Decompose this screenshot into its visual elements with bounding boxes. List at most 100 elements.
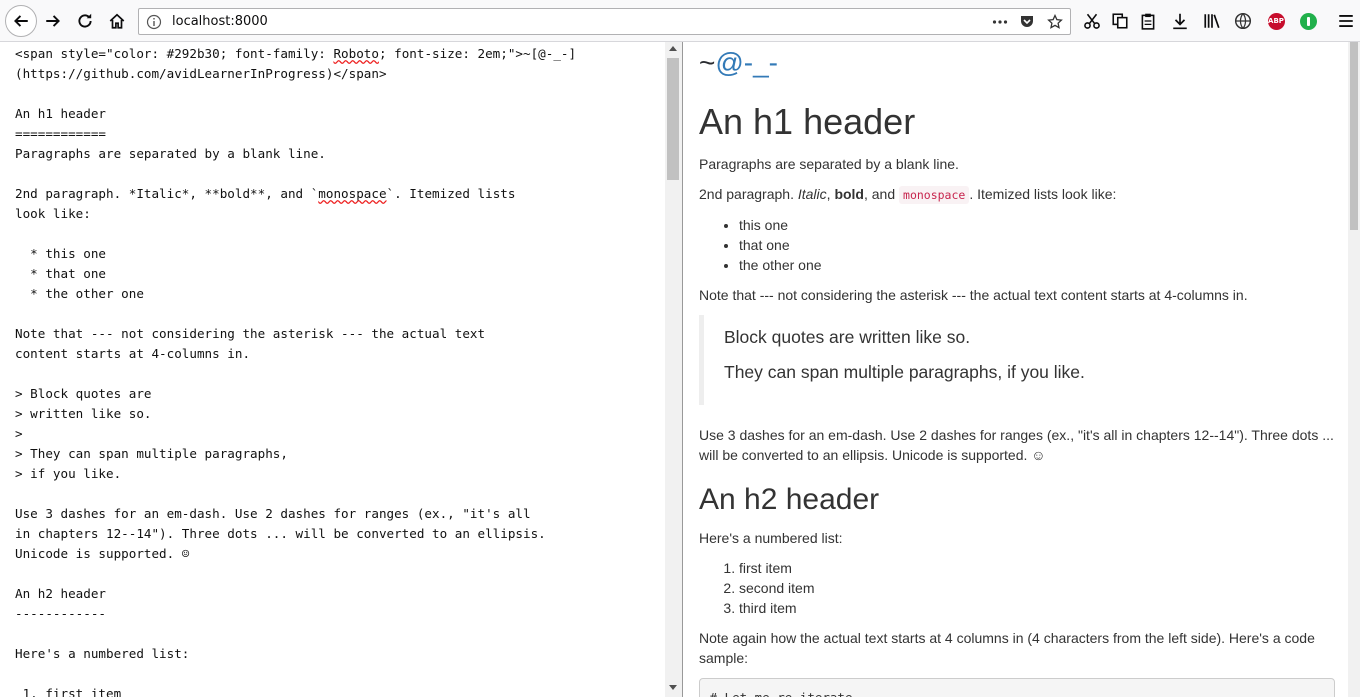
list-item: third item <box>739 598 1335 618</box>
editor-line: * that one <box>15 266 106 281</box>
preview-scroll-thumb[interactable] <box>1350 42 1358 230</box>
editor-line: > written like so. <box>15 406 152 421</box>
quote-paragraph: They can span multiple paragraphs, if yo… <box>724 362 1085 382</box>
editor-line: (https://github.com/avidLearnerInProgres… <box>15 66 387 81</box>
back-icon <box>14 15 28 27</box>
list-item: the other one <box>739 255 1335 275</box>
misspelled-word: monospace <box>318 186 387 201</box>
editor-line: > Block quotes are <box>15 386 152 401</box>
h1-header: An h1 header <box>699 101 916 142</box>
markdown-editor[interactable]: <span style="color: #292b30; font-family… <box>0 42 683 697</box>
paragraph: Note again how the actual text starts at… <box>699 630 1315 666</box>
menu-icon <box>1339 15 1353 27</box>
translate-button[interactable] <box>1229 7 1257 35</box>
site-info-icon[interactable] <box>146 14 162 30</box>
editor-line: Here's a numbered list: <box>15 646 190 661</box>
editor-line: * this one <box>15 246 106 261</box>
editor-line: * the other one <box>15 286 144 301</box>
editor-line: content starts at 4-columns in. <box>15 346 251 361</box>
editor-line: ​ <box>15 164 655 184</box>
editor-line: ​ <box>15 224 655 244</box>
editor-line: Unicode is supported. ☺ <box>15 546 190 561</box>
copy-icon <box>1112 13 1128 29</box>
page-actions-button[interactable] <box>991 13 1009 31</box>
editor-line: in chapters 12--14"). Three dots ... wil… <box>15 526 546 541</box>
paste-icon <box>1141 13 1155 30</box>
download-icon <box>1173 13 1187 30</box>
url-bar[interactable]: localhost:8000 <box>138 8 1071 35</box>
extension-icon <box>1299 12 1317 30</box>
pocket-button[interactable] <box>1018 13 1036 31</box>
editor-line: <span style="color: #292b30; font-family… <box>15 46 577 61</box>
page-actions-icon <box>992 20 1008 24</box>
adblock-plus-button[interactable]: ABP <box>1262 7 1290 35</box>
editor-line: An h1 header <box>15 106 106 121</box>
bookmark-star-icon <box>1047 14 1063 29</box>
bookmark-button[interactable] <box>1046 13 1064 31</box>
forward-icon <box>46 15 60 27</box>
preview-scrollbar[interactable] <box>1348 42 1360 697</box>
editor-line: ​ <box>15 84 655 104</box>
reload-button[interactable] <box>71 7 99 35</box>
editor-line: 2nd paragraph. *Italic*, **bold**, and `… <box>15 186 516 201</box>
list-item: this one <box>739 215 1335 235</box>
home-icon <box>109 13 125 29</box>
adblock-plus-icon: ABP <box>1267 12 1285 30</box>
pocket-icon <box>1021 16 1033 27</box>
editor-line: ​ <box>15 364 655 384</box>
paragraph: Use 3 dashes for an em-dash. Use 2 dashe… <box>699 427 1334 463</box>
paste-button[interactable] <box>1134 7 1162 35</box>
inline-code: monospace <box>899 186 970 204</box>
github-link[interactable]: @-_- <box>715 47 778 78</box>
editor-line: ============ <box>15 126 106 141</box>
home-button[interactable] <box>103 7 131 35</box>
editor-line: > if you like. <box>15 466 122 481</box>
editor-line: > <box>15 426 23 441</box>
editor-line: ​ <box>15 624 655 644</box>
numbered-list: first item second item third item <box>699 558 1335 618</box>
quote-paragraph: Block quotes are written like so. <box>724 327 971 347</box>
library-icon <box>1204 14 1220 29</box>
h2-header: An h2 header <box>699 483 880 516</box>
reload-icon <box>78 13 92 28</box>
editor-line: ​ <box>15 484 655 504</box>
cut-icon <box>1084 13 1100 29</box>
brand-heading: ~@-_- <box>699 47 779 78</box>
paragraph: Note that --- not considering the asteri… <box>699 287 1248 303</box>
editor-line: ------------ <box>15 606 106 621</box>
editor-text[interactable]: <span style="color: #292b30; font-family… <box>15 44 655 697</box>
copy-button[interactable] <box>1106 7 1134 35</box>
url-text: localhost:8000 <box>172 14 268 29</box>
editor-line: 1. first item <box>15 686 122 697</box>
editor-line: Note that --- not considering the asteri… <box>15 326 486 341</box>
editor-scroll-thumb[interactable] <box>667 58 679 180</box>
cut-button[interactable] <box>1078 7 1106 35</box>
scroll-up-arrow-icon[interactable] <box>669 46 677 51</box>
paragraph: 2nd paragraph. Italic, bold, and monospa… <box>699 186 1117 204</box>
blockquote: Block quotes are written like so. They c… <box>699 315 1335 405</box>
downloads-button[interactable] <box>1166 7 1194 35</box>
library-button[interactable] <box>1198 7 1226 35</box>
editor-line: Use 3 dashes for an em-dash. Use 2 dashe… <box>15 506 531 521</box>
editor-line: ​ <box>15 564 655 584</box>
forward-button[interactable] <box>39 7 67 35</box>
list-item: that one <box>739 235 1335 255</box>
editor-line: ​ <box>15 664 655 684</box>
translate-icon <box>1234 12 1252 30</box>
markdown-preview: ~@-_- An h1 header Paragraphs are separa… <box>684 42 1360 697</box>
browser-toolbar: localhost:8000 ABP <box>0 0 1360 42</box>
editor-line: look like: <box>15 206 91 221</box>
editor-scrollbar[interactable] <box>665 42 682 697</box>
editor-line: An h2 header <box>15 586 106 601</box>
menu-button[interactable] <box>1332 7 1360 35</box>
list-item: second item <box>739 578 1335 598</box>
bullet-list: this one that one the other one <box>699 215 1335 275</box>
scroll-down-arrow-icon[interactable] <box>669 685 677 690</box>
back-button[interactable] <box>5 5 37 37</box>
extension-button[interactable] <box>1294 7 1322 35</box>
editor-line: ​ <box>15 304 655 324</box>
code-block: # Let me re-iterate ... <box>699 678 1335 697</box>
paragraph: Paragraphs are separated by a blank line… <box>699 156 959 172</box>
editor-line: > They can span multiple paragraphs, <box>15 446 288 461</box>
paragraph: Here's a numbered list: <box>699 530 843 546</box>
